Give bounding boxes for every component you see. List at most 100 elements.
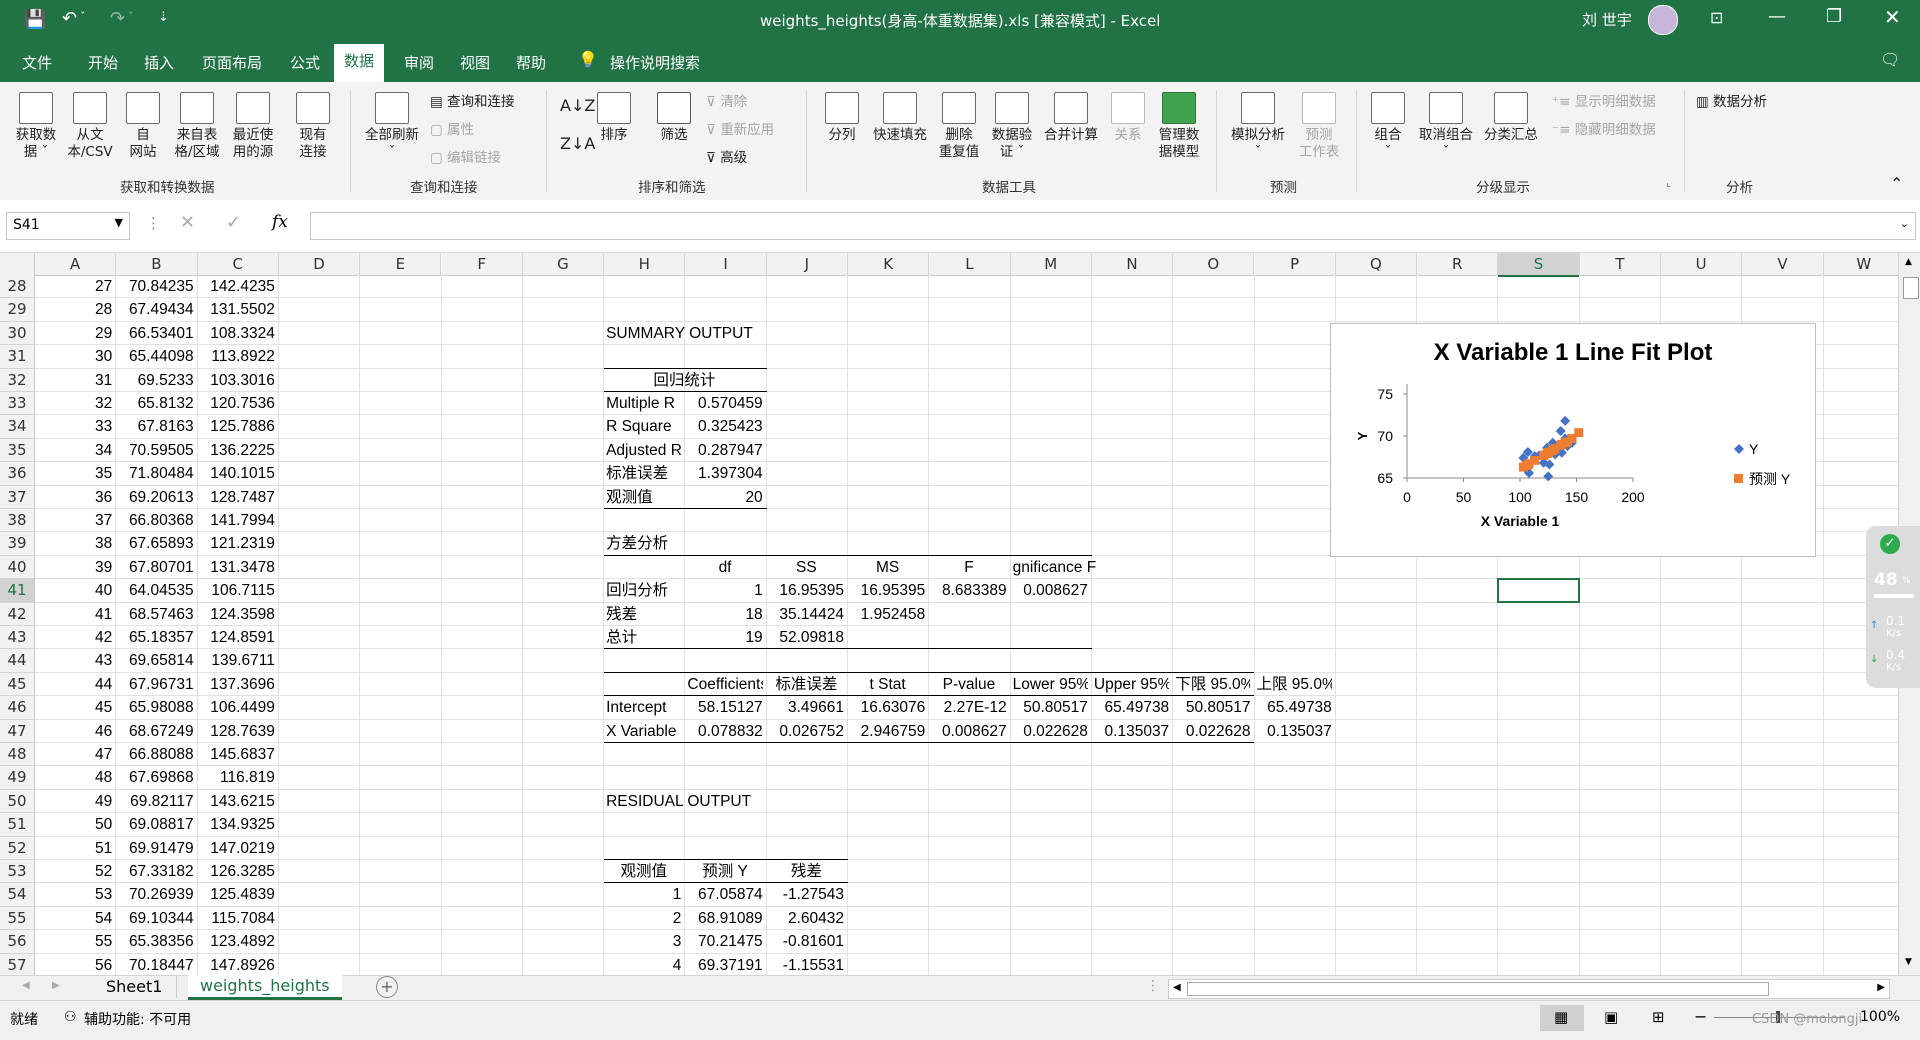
- cell[interactable]: 50: [37, 813, 112, 836]
- cell[interactable]: 70.59505: [118, 439, 194, 462]
- cell[interactable]: X Variable: [606, 720, 681, 743]
- subtotal-button[interactable]: 分类汇总: [1480, 92, 1542, 144]
- cell[interactable]: 0.008627: [931, 720, 1007, 743]
- cell[interactable]: 136.2225: [200, 439, 275, 462]
- row-header[interactable]: 53: [0, 860, 35, 884]
- queries-connections-button[interactable]: ▤ 查询和连接: [430, 90, 515, 110]
- cell[interactable]: 142.4235: [200, 275, 275, 298]
- hide-detail-button[interactable]: ⁻≡ 隐藏明细数据: [1552, 118, 1656, 138]
- cell[interactable]: 125.7886: [200, 415, 275, 438]
- data-validation-button[interactable]: 数据验证 ˇ: [986, 92, 1038, 161]
- accessibility-icon[interactable]: ⚇: [64, 1009, 77, 1025]
- splitter-icon[interactable]: ⋮: [1146, 978, 1160, 994]
- cell[interactable]: 54: [37, 907, 112, 930]
- cell[interactable]: 145.6837: [200, 743, 275, 766]
- cell[interactable]: 124.8591: [200, 626, 275, 649]
- row-header[interactable]: 48: [0, 743, 35, 767]
- ribbon-display-icon[interactable]: ⊡: [1710, 8, 1723, 27]
- sort-button[interactable]: 排序: [594, 92, 634, 144]
- flash-fill-button[interactable]: 快速填充: [868, 92, 932, 144]
- cell[interactable]: 0.570459: [687, 392, 763, 415]
- row-header[interactable]: 30: [0, 321, 35, 346]
- undo-icon[interactable]: ↶: [62, 8, 77, 29]
- cell[interactable]: 1.952458: [850, 603, 926, 626]
- cell[interactable]: df: [687, 556, 762, 579]
- row-header[interactable]: 45: [0, 672, 35, 697]
- cell[interactable]: 68.57463: [118, 603, 194, 626]
- cell[interactable]: Upper 95%: [1094, 673, 1169, 696]
- more-options-icon[interactable]: ⋮: [146, 214, 161, 232]
- scroll-down-icon[interactable]: ▼: [1905, 957, 1912, 967]
- line-fit-chart[interactable]: X Variable 1 Line Fit Plot 0 50 100 150 200 65…: [1330, 323, 1816, 557]
- properties-button[interactable]: ▢ 属性: [430, 118, 474, 138]
- from-web-button[interactable]: 自网站: [118, 92, 168, 161]
- redo-icon[interactable]: ↷: [110, 8, 125, 29]
- row-header[interactable]: 41: [0, 579, 35, 603]
- cell[interactable]: 50.80517: [1175, 696, 1251, 719]
- cell[interactable]: 上限 95.0%: [1257, 673, 1332, 696]
- close-icon[interactable]: ✕: [1884, 5, 1901, 29]
- row-header[interactable]: 32: [0, 368, 35, 392]
- save-icon[interactable]: 💾: [24, 9, 46, 30]
- cell[interactable]: 预测 Y: [687, 860, 762, 883]
- cell[interactable]: R Square: [606, 415, 681, 438]
- cell[interactable]: F: [931, 556, 1006, 579]
- cell[interactable]: MS: [850, 556, 925, 579]
- clear-button[interactable]: ⊽ 清除: [706, 90, 747, 110]
- column-header[interactable]: G: [522, 253, 605, 276]
- tab-data[interactable]: 数据: [334, 44, 385, 82]
- cell[interactable]: 0.325423: [687, 415, 763, 438]
- cell[interactable]: 66.53401: [118, 322, 194, 345]
- cell[interactable]: 147.0219: [200, 837, 275, 860]
- add-sheet-icon[interactable]: +: [376, 976, 398, 998]
- cell[interactable]: 1: [606, 883, 682, 906]
- cell[interactable]: SS: [769, 556, 844, 579]
- cell[interactable]: 2.946759: [850, 720, 926, 743]
- cell[interactable]: 124.3598: [200, 603, 275, 626]
- row-header[interactable]: 35: [0, 438, 35, 463]
- column-header[interactable]: L: [929, 253, 1011, 276]
- row-header[interactable]: 51: [0, 813, 35, 837]
- cell[interactable]: 方差分析: [606, 532, 763, 555]
- cell[interactable]: 69.37191: [687, 954, 763, 975]
- cell[interactable]: 回归分析: [606, 579, 681, 602]
- cell[interactable]: 44: [37, 673, 112, 696]
- cell[interactable]: Multiple R: [606, 392, 681, 415]
- row-header[interactable]: 43: [0, 626, 35, 650]
- undo-dropdown-icon[interactable]: ˇ: [80, 10, 86, 23]
- cell[interactable]: 29: [37, 322, 112, 345]
- cell[interactable]: 65.44098: [118, 345, 194, 368]
- cell[interactable]: 36: [37, 486, 112, 509]
- cell[interactable]: 69.5233: [118, 369, 194, 392]
- scroll-right-icon[interactable]: ▶: [1877, 982, 1885, 993]
- enter-icon[interactable]: ✓: [226, 212, 241, 233]
- chevron-down-icon[interactable]: ▼: [115, 216, 123, 229]
- what-if-button[interactable]: 模拟分析 ˇ: [1226, 92, 1290, 161]
- column-header[interactable]: F: [441, 253, 523, 276]
- tab-insert[interactable]: 插入: [134, 48, 184, 77]
- cell[interactable]: 19: [687, 626, 762, 649]
- column-header[interactable]: H: [604, 253, 686, 276]
- column-header[interactable]: K: [848, 253, 930, 276]
- cell[interactable]: -0.81601: [769, 930, 844, 953]
- consolidate-button[interactable]: 合并计算: [1040, 92, 1102, 144]
- cell[interactable]: 49: [37, 790, 112, 813]
- cell[interactable]: 67.80701: [118, 556, 194, 579]
- from-text-button[interactable]: 从文 本/CSV: [64, 92, 116, 161]
- row-header[interactable]: 44: [0, 649, 35, 673]
- cell[interactable]: 67.05874: [687, 883, 763, 906]
- edit-links-button[interactable]: ▢ 编辑链接: [430, 146, 501, 166]
- dialog-launcher-icon[interactable]: ⌞: [1666, 176, 1671, 189]
- cell[interactable]: 16.95395: [850, 579, 926, 602]
- cell[interactable]: 残差: [606, 603, 681, 626]
- cell[interactable]: 16.63076: [850, 696, 926, 719]
- row-header[interactable]: 34: [0, 415, 35, 439]
- group-button[interactable]: 组合 ˇ: [1366, 92, 1410, 161]
- cell[interactable]: 69.08817: [118, 813, 194, 836]
- cell[interactable]: 0.135037: [1257, 720, 1332, 743]
- cell[interactable]: t Stat: [850, 673, 925, 696]
- cell[interactable]: 67.96731: [118, 673, 194, 696]
- cell[interactable]: -1.15531: [769, 954, 844, 975]
- cell[interactable]: 53: [37, 883, 112, 906]
- formula-input[interactable]: ⌄: [310, 212, 1916, 240]
